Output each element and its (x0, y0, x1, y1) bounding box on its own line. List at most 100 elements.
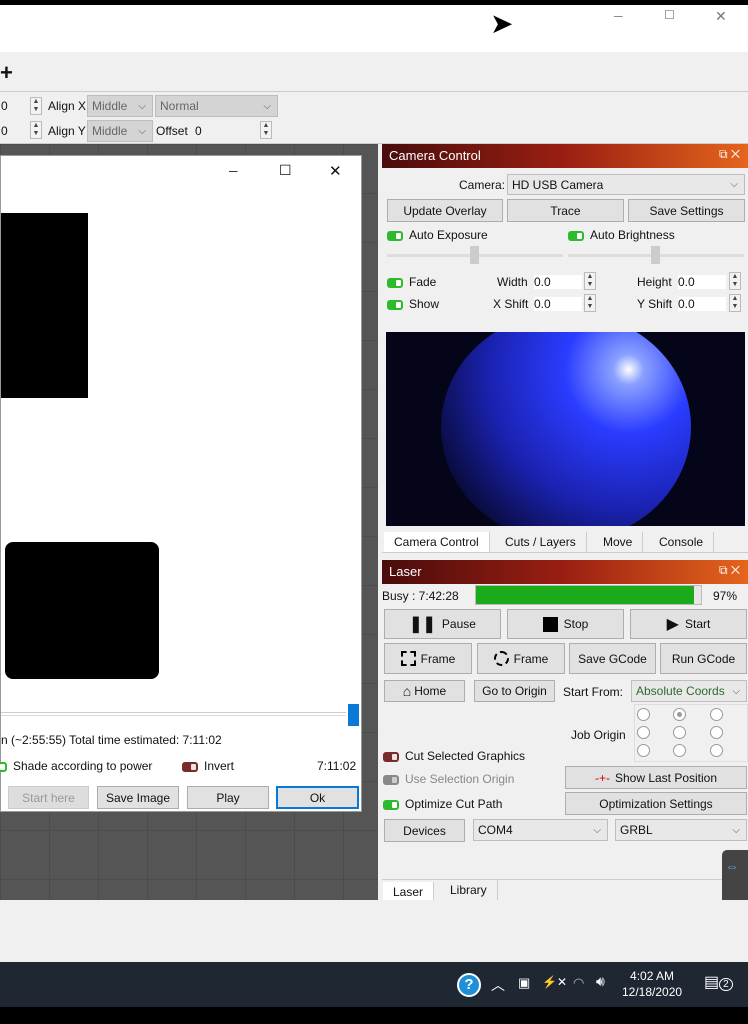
stop-button[interactable]: Stop (507, 609, 624, 639)
controller-select[interactable]: GRBL ⌵ (615, 819, 747, 841)
help-icon[interactable]: ? (457, 973, 481, 997)
dialog-maximize-button[interactable]: ☐ (279, 162, 292, 179)
notification-icon[interactable]: ▤ 2 (704, 972, 733, 992)
stop-icon (542, 616, 558, 632)
teamviewer-icon[interactable]: ⇔ (722, 850, 748, 905)
show-last-position-button[interactable]: -+- Show Last Position (565, 766, 747, 789)
update-overlay-button[interactable]: Update Overlay (387, 199, 503, 222)
preview-scrubber[interactable] (348, 704, 359, 726)
origin-radio[interactable] (637, 708, 650, 721)
align-icon[interactable]: + (0, 60, 13, 86)
home-icon: ⌂ (402, 683, 412, 699)
xshift-spinner[interactable]: ▲ ▼ (584, 294, 596, 312)
offset-value[interactable]: 0 (195, 124, 202, 138)
yshift-input[interactable]: 0.0 (678, 297, 726, 311)
height-input[interactable]: 0.0 (678, 275, 726, 289)
camera-tray-icon[interactable]: ▣ (518, 975, 530, 991)
mode-select[interactable]: Normal ⌵ (155, 95, 278, 117)
tab-console[interactable]: Console (649, 532, 715, 552)
width-input[interactable]: 0.0 (534, 275, 582, 289)
tab-camera-control[interactable]: Camera Control (384, 532, 490, 552)
optimize-cut-path-toggle[interactable]: Optimize Cut Path (383, 797, 502, 811)
home-button[interactable]: ⌂ Home (384, 680, 465, 702)
width-label: Width (497, 275, 528, 289)
dialog-minimize-button[interactable]: ─ (229, 164, 238, 178)
job-progress-bar (475, 585, 702, 605)
preview-image-bottom (5, 542, 159, 679)
start-button[interactable]: ▶ Start (630, 609, 747, 639)
frame-circle-button[interactable]: Frame (477, 643, 565, 674)
fade-toggle[interactable]: Fade (387, 275, 436, 289)
x-value[interactable]: 0 (1, 99, 8, 113)
xshift-input[interactable]: 0.0 (534, 297, 582, 311)
trace-button[interactable]: Trace (507, 199, 624, 222)
auto-brightness-toggle[interactable]: Auto Brightness (568, 228, 675, 242)
origin-radio[interactable] (710, 744, 723, 757)
ok-button[interactable]: Ok (276, 786, 359, 809)
x-spinner[interactable]: ▲ ▼ (30, 97, 42, 115)
float-close-icons[interactable]: ⧉ ✕ (719, 147, 740, 162)
origin-radio[interactable] (673, 708, 686, 721)
devices-button[interactable]: Devices (384, 819, 465, 842)
yshift-label: Y Shift (637, 297, 673, 311)
brightness-slider[interactable] (568, 246, 744, 264)
minimize-button[interactable]: ─ (614, 9, 623, 23)
tab-move[interactable]: Move (593, 532, 644, 552)
clock[interactable]: 4:02 AM 12/18/2020 (622, 968, 682, 1000)
origin-radio[interactable] (710, 708, 723, 721)
width-spinner[interactable]: ▲ ▼ (584, 272, 596, 290)
close-button[interactable]: ✕ (715, 8, 727, 25)
origin-radio[interactable] (673, 744, 686, 757)
height-label: Height (637, 275, 672, 289)
show-hidden-icons[interactable]: ︿ (491, 975, 505, 995)
save-settings-button[interactable]: Save Settings (628, 199, 745, 222)
shade-toggle[interactable]: Shade according to power (0, 759, 152, 773)
dialog-close-button[interactable]: ✕ (329, 162, 342, 180)
start-here-button[interactable]: Start here (8, 786, 89, 809)
origin-radio[interactable] (710, 726, 723, 739)
clock-time: 4:02 AM (630, 969, 675, 983)
tab-library[interactable]: Library (440, 880, 498, 900)
battery-icon[interactable]: ⚡✕ (542, 975, 567, 989)
float-close-icons[interactable]: ⧉ ✕ (719, 563, 740, 578)
exposure-slider[interactable] (387, 246, 563, 264)
offset-spinner[interactable]: ▲ ▼ (260, 121, 272, 139)
origin-radio[interactable] (673, 726, 686, 739)
pause-button[interactable]: ❚❚ Pause (384, 609, 501, 639)
align-x-select[interactable]: Middle ⌵ (87, 95, 153, 117)
wifi-icon[interactable]: ◠ (573, 975, 584, 991)
tab-laser[interactable]: Laser (383, 882, 435, 902)
save-image-button[interactable]: Save Image (97, 786, 179, 809)
save-gcode-button[interactable]: Save GCode (569, 643, 656, 674)
go-to-origin-button[interactable]: Go to Origin (474, 680, 555, 702)
y-value[interactable]: 0 (1, 124, 8, 138)
cursor-icon: ➤ (490, 8, 514, 39)
align-y-select[interactable]: Middle ⌵ (87, 120, 153, 142)
y-spinner[interactable]: ▲ ▼ (30, 121, 42, 139)
maximize-button[interactable]: ☐ (664, 8, 675, 22)
play-button[interactable]: Play (187, 786, 269, 809)
show-toggle[interactable]: Show (387, 297, 439, 311)
run-gcode-button[interactable]: Run GCode (660, 643, 747, 674)
auto-exposure-toggle[interactable]: Auto Exposure (387, 228, 488, 242)
height-spinner[interactable]: ▲ ▼ (729, 272, 741, 290)
volume-icon[interactable]: 🔊︎ (596, 973, 605, 990)
optimization-settings-button[interactable]: Optimization Settings (565, 792, 747, 815)
job-origin-grid (634, 704, 748, 762)
frame-rect-button[interactable]: Frame (384, 643, 472, 674)
yshift-spinner[interactable]: ▲ ▼ (729, 294, 741, 312)
start-from-select[interactable]: Absolute Coords ⌵ (631, 680, 747, 702)
camera-select[interactable]: HD USB Camera ⌵ (507, 174, 745, 195)
origin-radio[interactable] (637, 726, 650, 739)
laser-header: Laser ⧉ ✕ (382, 560, 748, 584)
cut-selected-toggle[interactable]: Cut Selected Graphics (383, 749, 525, 763)
toggle-icon (387, 230, 403, 241)
tab-cuts-layers[interactable]: Cuts / Layers (495, 532, 587, 552)
align-x-label: Align X (48, 99, 87, 113)
port-select[interactable]: COM4 ⌵ (473, 819, 608, 841)
toggle-icon (182, 761, 198, 772)
use-selection-origin-toggle[interactable]: Use Selection Origin (383, 772, 514, 786)
origin-radio[interactable] (637, 744, 650, 757)
invert-toggle[interactable]: Invert (182, 759, 234, 773)
toggle-icon (383, 774, 399, 785)
